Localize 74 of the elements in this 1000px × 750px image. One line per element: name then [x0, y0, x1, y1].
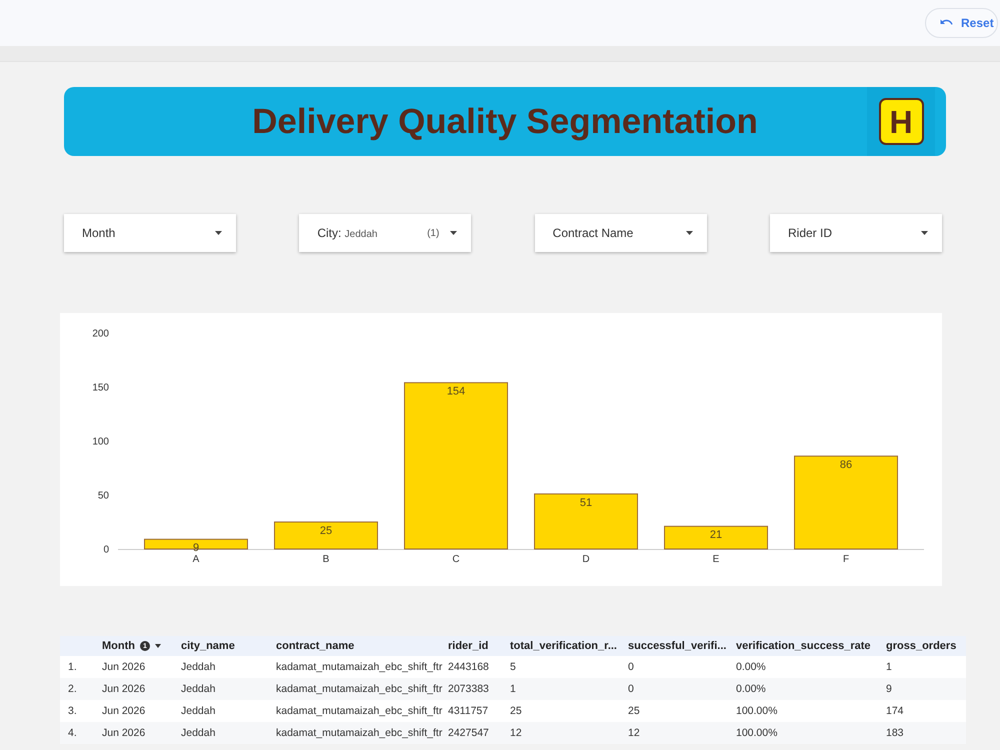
table-cell: 100.00% — [736, 705, 778, 717]
y-tick-label: 0 — [103, 544, 109, 556]
y-tick-label: 200 — [92, 328, 109, 340]
logo-badge: H — [878, 98, 924, 145]
table-cell: 12 — [628, 727, 640, 739]
bar-value-label: 21 — [710, 529, 722, 542]
table-cell: 12 — [510, 727, 522, 739]
table-cell: kadamat_mutamaizah_ebc_shift_ftr — [276, 683, 442, 695]
table-cell: 4311757 — [448, 705, 488, 717]
caret-down-icon — [450, 231, 458, 235]
table-cell: kadamat_mutamaizah_ebc_shift_ftr — [276, 661, 442, 673]
y-tick-label: 150 — [92, 382, 109, 394]
reset-button[interactable]: Reset — [925, 8, 998, 38]
row-number: 1. — [68, 661, 77, 673]
table-cell: 9 — [886, 683, 892, 695]
table-cell: 25 — [628, 705, 640, 717]
filter-dropdown[interactable]: Month — [64, 214, 236, 252]
table-cell: 2443168 — [448, 661, 489, 673]
filter-dropdown[interactable]: Contract Name — [534, 214, 707, 252]
table-cell: kadamat_mutamaizah_ebc_shift_ftr — [276, 727, 442, 739]
caret-down-icon — [686, 231, 693, 235]
sort-descending-icon[interactable] — [154, 644, 161, 648]
table-cell: 183 — [886, 727, 904, 739]
bar-value-label: 86 — [840, 459, 852, 472]
column-header[interactable]: rider_id — [448, 640, 488, 652]
row-number: 4. — [68, 727, 77, 739]
table-cell: 1 — [886, 661, 892, 673]
column-header[interactable]: Month — [102, 640, 135, 652]
caret-down-icon — [215, 231, 222, 235]
bar-value-label: 51 — [580, 496, 592, 509]
x-tick-label: F — [842, 554, 850, 565]
x-tick-label: A — [192, 554, 200, 565]
table-cell: Jeddah — [181, 727, 216, 739]
table-cell: Jeddah — [181, 683, 216, 695]
row-number: 3. — [68, 705, 77, 717]
filter-dropdown[interactable]: City: Jeddah (1) — [299, 214, 472, 252]
table-cell: Jun 2026 — [102, 705, 146, 717]
y-tick-label: 50 — [98, 490, 109, 502]
column-header[interactable]: city_name — [181, 640, 235, 652]
table-cell: 2073383 — [448, 683, 489, 695]
dashboard-title: Delivery Quality Segmentation — [252, 102, 758, 142]
x-tick-label: D — [582, 554, 590, 565]
table-cell: 25 — [510, 705, 522, 717]
caret-down-icon — [920, 231, 928, 235]
table-cell: Jeddah — [181, 705, 216, 717]
column-header[interactable]: successful_verifi... — [628, 640, 726, 652]
bar-value-label: 154 — [446, 386, 466, 398]
table-cell: kadamat_mutamaizah_ebc_shift_ftr — [276, 705, 442, 717]
table-cell: Jeddah — [181, 661, 216, 673]
table-cell: 1 — [510, 683, 516, 695]
x-tick-label: E — [712, 554, 720, 565]
table-cell: 0.00% — [736, 683, 766, 695]
y-tick-label: 100 — [92, 436, 109, 448]
table-cell: 0.00% — [736, 661, 766, 673]
table-cell: 100.00% — [736, 727, 778, 739]
table-cell: 0 — [628, 683, 634, 695]
table-cell: Jun 2026 — [102, 727, 146, 739]
x-tick-label: C — [452, 554, 460, 565]
row-number: 2. — [68, 683, 77, 695]
column-header[interactable]: gross_orders — [886, 640, 956, 652]
table-cell: Jun 2026 — [102, 683, 146, 695]
column-header[interactable]: total_verification_r... — [510, 640, 617, 652]
filter-dropdown[interactable]: Rider ID — [770, 214, 942, 252]
column-header[interactable]: verification_success_rate — [736, 640, 871, 652]
bar-value-label: 9 — [192, 542, 200, 554]
bar-value-label: 25 — [320, 524, 332, 537]
table-cell: 174 — [886, 705, 904, 717]
table-cell: 2427547 — [448, 727, 489, 739]
table-cell: 5 — [510, 661, 516, 673]
table-cell: Jun 2026 — [102, 661, 146, 673]
column-header[interactable]: contract_name — [276, 640, 354, 652]
undo-icon — [940, 19, 953, 27]
table-cell: 0 — [628, 661, 634, 673]
x-tick-label: B — [322, 554, 330, 565]
